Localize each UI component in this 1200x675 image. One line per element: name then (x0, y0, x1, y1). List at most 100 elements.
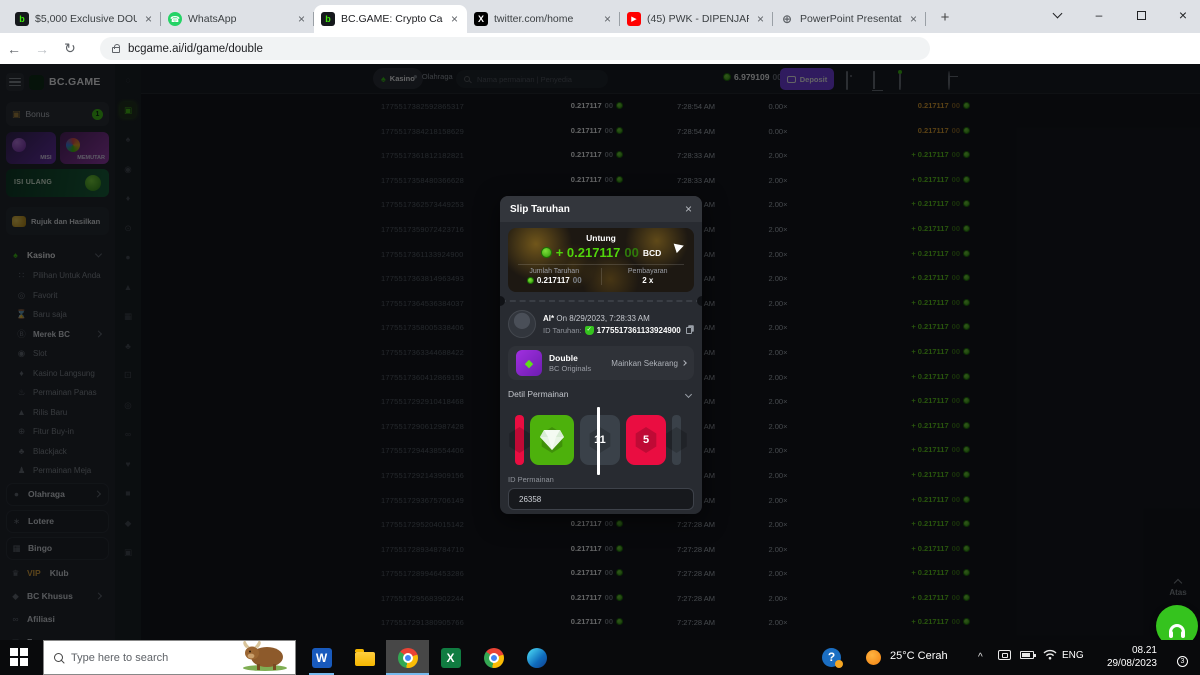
language-indicator[interactable]: ENG (1062, 650, 1084, 661)
weather-text[interactable]: 25°C Cerah (890, 650, 948, 662)
get-help-icon[interactable]: ? (822, 648, 841, 667)
tab-favicon-icon (780, 12, 794, 26)
window-maximize-button[interactable] (1126, 0, 1156, 30)
tab-close-icon[interactable]: × (143, 12, 154, 26)
screen: $5,000 Exclusive DOU × WhatsApp × BC.GAM… (0, 0, 1200, 675)
browser-toolbar: ← → ↻ bcgame.ai/id/game/double ☆ ⋮ (0, 33, 1200, 64)
taskbar-chrome-icon[interactable] (472, 640, 515, 675)
system-tray (998, 649, 1057, 660)
game-id-box[interactable] (508, 488, 694, 510)
modal-close-icon[interactable]: × (685, 202, 692, 216)
tab-close-icon[interactable]: × (602, 12, 613, 26)
app-glyph (484, 648, 504, 668)
play-now-link[interactable]: Mainkan Sekarang (611, 359, 686, 368)
taskbar-edge-icon[interactable] (515, 640, 558, 675)
bcgame-page: BC.GAME ▣ Bonus 1 MISI MEMUTAR (0, 64, 1200, 640)
result-card-5: 5 (626, 415, 666, 465)
game-title: Double (549, 353, 604, 363)
bet-datetime: On 8/29/2023, 7:28:33 AM (556, 314, 649, 323)
action-center-icon[interactable]: 3 (1166, 649, 1184, 663)
ox-doodle-image[interactable] (239, 640, 291, 675)
tab-title: (45) PWK - DIPENJARA (647, 13, 749, 25)
tab-bcgame-active[interactable]: BC.GAME: Crypto Casi × (314, 5, 467, 33)
hexagon-shape (508, 427, 532, 453)
copy-icon[interactable] (686, 327, 692, 334)
tab-favicon-icon (474, 12, 488, 26)
taskbar-search-box[interactable]: Type here to search (43, 640, 296, 675)
game-id-label: ID Permainan (508, 475, 694, 484)
tab-powerpoint[interactable]: PowerPoint Presentati × (773, 5, 926, 33)
app-glyph: X (441, 648, 461, 668)
weather-sun-icon[interactable] (866, 650, 881, 665)
result-marker-line (597, 407, 600, 475)
clock-date: 29/08/2023 (1095, 657, 1157, 670)
back-button[interactable]: ← (0, 41, 28, 57)
bet-amount-value: 0.217117 (537, 276, 570, 285)
tab-close-icon[interactable]: × (449, 12, 460, 26)
tab-favicon-icon (627, 12, 641, 26)
bet-amount-zeros: 00 (573, 276, 582, 285)
tray-chevron-icon[interactable]: ^ (978, 652, 983, 663)
padlock-icon[interactable] (112, 47, 120, 53)
bet-id-label: ID Taruhan: (543, 326, 582, 335)
game-row[interactable]: ◆ Double BC Originals Mainkan Sekarang (508, 346, 694, 380)
browser-tabstrip: $5,000 Exclusive DOU × WhatsApp × BC.GAM… (0, 0, 1200, 33)
taskbar-explorer-icon[interactable] (343, 640, 386, 675)
forward-button[interactable]: → (28, 41, 56, 57)
support-chat-button[interactable] (1156, 605, 1198, 640)
taskbar-excel-icon[interactable]: X (429, 640, 472, 675)
taskbar-chrome-active-icon[interactable] (386, 640, 429, 675)
wifi-icon[interactable] (1043, 649, 1057, 660)
browser-tabs: $5,000 Exclusive DOU × WhatsApp × BC.GAM… (0, 0, 926, 33)
tab-close-icon[interactable]: × (908, 12, 919, 26)
reload-button[interactable]: ↻ (56, 40, 84, 57)
bettor-row: Al* On 8/29/2023, 7:28:33 AM ID Taruhan:… (508, 310, 694, 338)
tab-search-chevron-icon[interactable] (1042, 0, 1072, 30)
game-provider: BC Originals (549, 364, 604, 373)
card-number: 5 (643, 434, 649, 446)
start-button[interactable] (10, 648, 30, 668)
windows-taskbar: Type here to search W (0, 640, 1200, 675)
battery-icon[interactable] (1020, 651, 1034, 659)
url-text[interactable]: bcgame.ai/id/game/double (128, 43, 263, 55)
tab-close-icon[interactable]: × (755, 12, 766, 26)
tab-title: twitter.com/home (494, 13, 596, 25)
result-card-gem (530, 415, 574, 465)
win-label: Untung (508, 233, 694, 243)
app-glyph: W (312, 648, 332, 668)
win-amount-zeros: 00 (624, 245, 638, 260)
game-id-input[interactable] (517, 494, 685, 505)
win-summary-card: Untung + 0.21711700 BCD Jumlah Taruhan 0… (508, 228, 694, 292)
tab-favicon-icon (15, 12, 29, 26)
chevron-right-icon (681, 360, 687, 366)
diamond-gem-icon (539, 429, 565, 451)
app-glyph (355, 652, 375, 666)
bet-slip-modal: Slip Taruhan × Untung + 0.21711700 BCD J (500, 196, 702, 514)
tab-twitter[interactable]: twitter.com/home × (467, 5, 620, 33)
clock-time: 08.21 (1095, 644, 1157, 657)
result-card-11: 11 (580, 415, 620, 465)
tab-youtube[interactable]: (45) PWK - DIPENJARA × (620, 5, 773, 33)
bet-id-value: 1775517361133924900 (597, 326, 681, 335)
tab-whatsapp[interactable]: WhatsApp × (161, 5, 314, 33)
username: Al* (543, 314, 554, 323)
taskbar-clock[interactable]: 08.21 29/08/2023 (1095, 644, 1157, 670)
tab-close-icon[interactable]: × (296, 12, 307, 26)
result-card-partial (515, 415, 524, 465)
payout-multiplier-value: 2 x (642, 276, 653, 285)
double-game-icon: ◆ (516, 350, 542, 376)
headphones-icon (1169, 624, 1185, 634)
user-avatar (508, 310, 536, 338)
window-minimize-button[interactable]: – (1084, 0, 1114, 30)
taskbar-search-placeholder: Type here to search (71, 652, 231, 664)
taskbar-word-icon[interactable]: W (300, 640, 343, 675)
meet-now-icon[interactable] (998, 650, 1011, 660)
modal-title: Slip Taruhan (510, 204, 570, 215)
tab-title: WhatsApp (188, 13, 290, 25)
game-details-toggle[interactable]: Detil Permainan (508, 389, 694, 399)
tab-title: $5,000 Exclusive DOU (35, 13, 137, 25)
new-tab-button[interactable]: + (932, 4, 958, 30)
address-bar[interactable]: bcgame.ai/id/game/double (100, 37, 930, 60)
window-close-button[interactable]: × (1168, 0, 1198, 30)
tab-bcgame-promo[interactable]: $5,000 Exclusive DOU × (8, 5, 161, 33)
